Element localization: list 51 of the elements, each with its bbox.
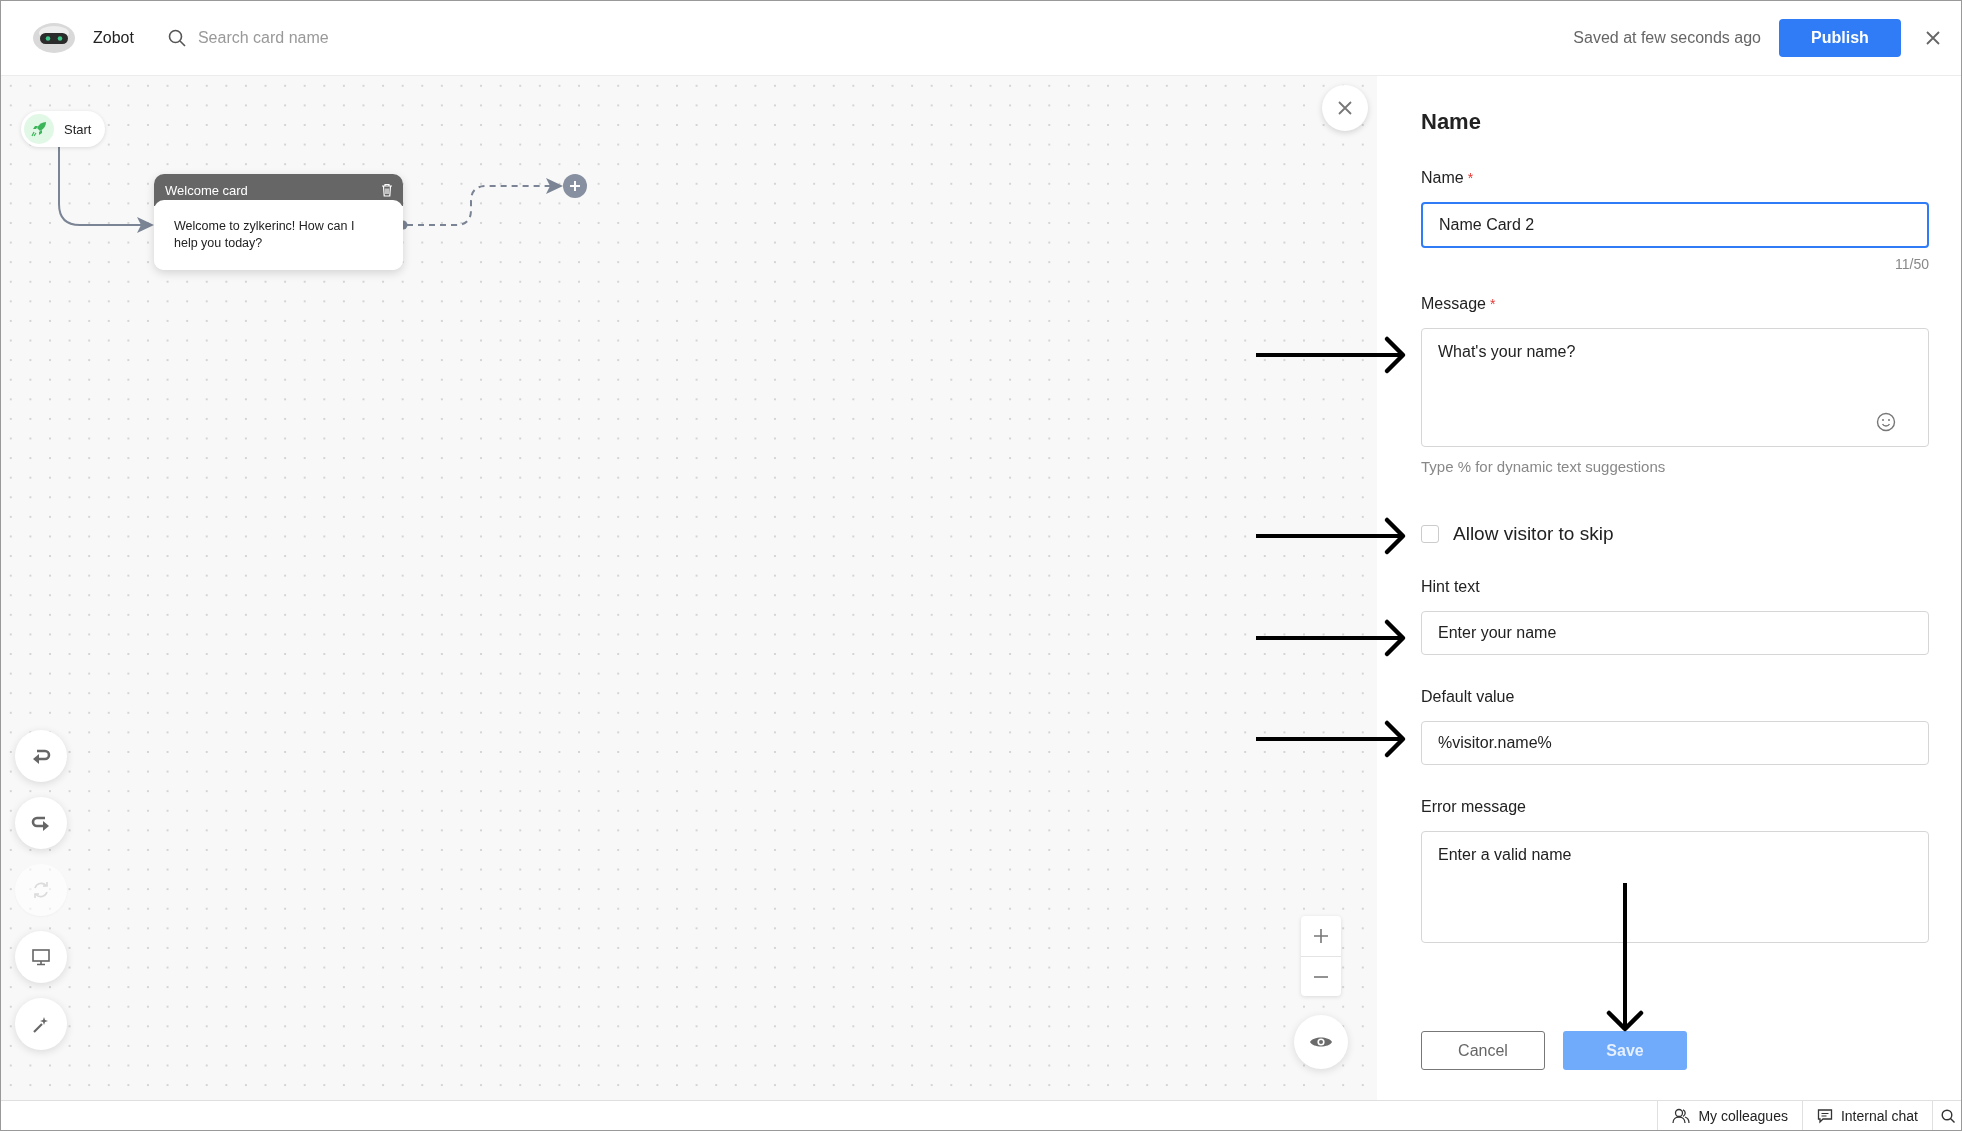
people-icon: [1672, 1108, 1691, 1124]
close-icon: [1337, 100, 1353, 116]
text-field[interactable]: Enter your name: [1421, 611, 1929, 655]
text-field[interactable]: Name Card 2: [1421, 202, 1929, 248]
panel-title: Name: [1421, 108, 1482, 136]
chat-icon: [1816, 1108, 1833, 1124]
search-icon: [167, 29, 186, 47]
status-bar-item[interactable]: My colleagues: [1657, 1101, 1802, 1130]
status-bar-item[interactable]: Internal chat: [1801, 1101, 1932, 1130]
field-label: Name: [1421, 168, 1464, 188]
publish-button[interactable]: Publish: [1779, 19, 1901, 57]
emoji-icon[interactable]: [1876, 412, 1896, 432]
message-card[interactable]: Welcome card Welcome to zylkerinc! How can I help you today?: [154, 174, 403, 270]
robot-logo-icon: [31, 21, 77, 55]
search-icon: [1941, 1109, 1955, 1123]
card-title: Welcome card: [165, 182, 248, 198]
close-icon: [1925, 30, 1941, 46]
refresh-icon: [31, 880, 51, 900]
start-label: Start: [64, 121, 92, 137]
field-label: Hint text: [1421, 577, 1480, 597]
save-status: Saved at few seconds ago: [1573, 29, 1761, 47]
monitor-icon: [31, 947, 51, 967]
preview-button[interactable]: [1294, 1015, 1348, 1069]
minus-icon: [1314, 975, 1328, 978]
field-label: Message: [1421, 294, 1486, 314]
plus-icon: [569, 180, 581, 192]
redo-button[interactable]: [15, 797, 67, 849]
text-area[interactable]: What's your name?: [1421, 328, 1929, 447]
text-area[interactable]: Enter a valid name: [1421, 831, 1929, 943]
checkbox-label: Allow visitor to skip: [1453, 523, 1614, 545]
close-panel-button[interactable]: [1322, 85, 1368, 131]
required-asterisk: *: [1467, 169, 1474, 188]
text-field[interactable]: %visitor.name%: [1421, 721, 1929, 765]
checkbox[interactable]: [1421, 525, 1439, 543]
undo-icon: [31, 747, 51, 765]
helper-text: Type % for dynamic text suggestions: [1421, 457, 1667, 477]
start-node[interactable]: Start: [21, 111, 106, 147]
required-asterisk: *: [1489, 295, 1496, 314]
undo-button[interactable]: [15, 730, 67, 782]
trash-icon[interactable]: [381, 183, 393, 197]
redo-icon: [31, 814, 51, 832]
character-counter: 11/50: [1895, 255, 1929, 274]
field-label: Default value: [1421, 687, 1515, 707]
app-name: Zobot: [93, 29, 134, 47]
field-label: Error message: [1421, 797, 1526, 817]
card-message: Welcome to zylkerinc! How can I help you today?: [154, 200, 403, 270]
cancel-button[interactable]: Cancel: [1421, 1031, 1545, 1070]
add-node-button[interactable]: [563, 174, 587, 198]
preview-button[interactable]: [15, 931, 67, 983]
rocket-icon: [31, 121, 47, 137]
plus-icon: [1314, 929, 1328, 943]
